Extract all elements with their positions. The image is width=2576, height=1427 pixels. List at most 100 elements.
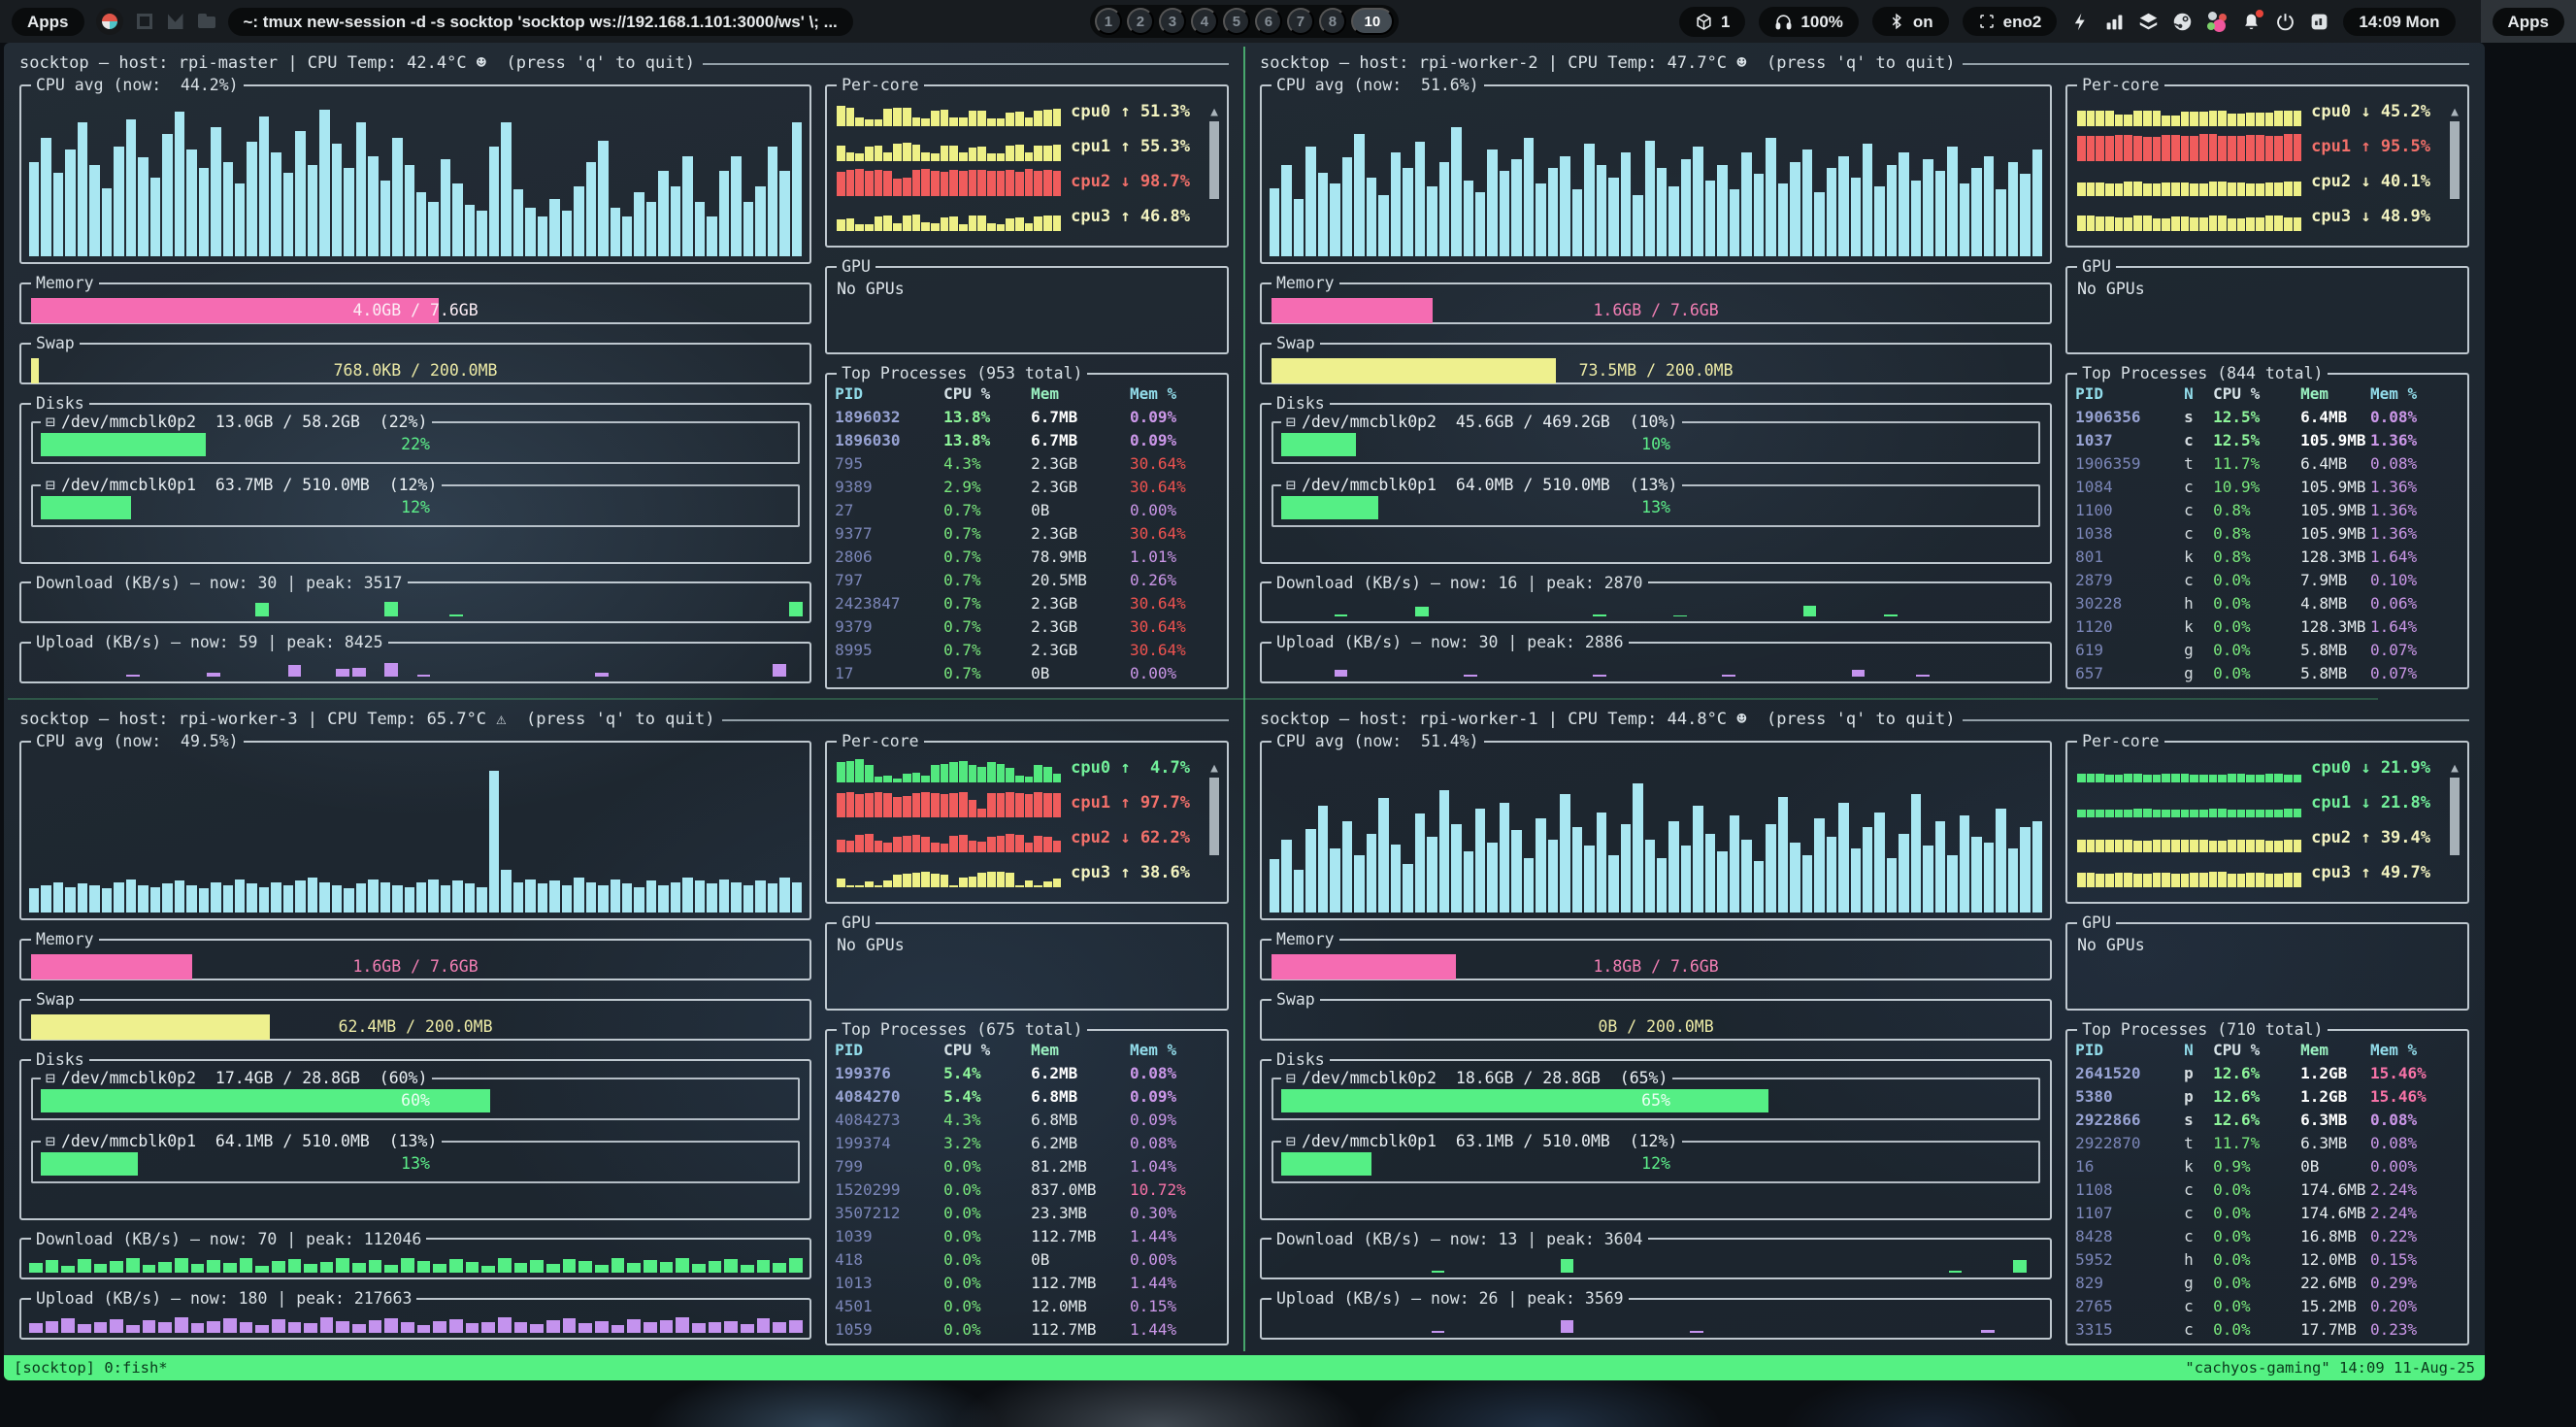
process-row: 1107c0.0%174.6MB2.24%: [2075, 1202, 2460, 1225]
process-row: 10130.0%112.7MB1.44%: [835, 1272, 1219, 1295]
scrollbar-thumb[interactable]: [2450, 121, 2460, 199]
swap-box-label: Swap: [31, 990, 80, 1009]
network-pill[interactable]: eno2: [1963, 7, 2058, 36]
clock-pill[interactable]: 14:09 Mon: [2343, 8, 2455, 36]
process-cpu: 0.0%: [943, 1272, 1031, 1295]
usage-meter-text: 73.5MB / 200.0MB: [1271, 358, 2040, 383]
tmux-window-label[interactable]: [socktop] 0:fish*: [14, 1359, 168, 1377]
tmux-session-info: "cachyos-gaming" 14:09 11-Aug-25: [2185, 1359, 2475, 1377]
process-mem: 6.3MB: [2300, 1132, 2370, 1155]
process-mem: 174.6MB: [2300, 1202, 2370, 1225]
per-core-scrollbar[interactable]: ▲: [1207, 106, 1221, 236]
gpu-status-text: No GPUs: [2075, 932, 2460, 958]
cpu0-sparkline: [837, 753, 1061, 782]
workspace-6[interactable]: 6: [1255, 8, 1282, 35]
disks-box-label: Disks: [1271, 394, 1330, 413]
scrollbar-thumb[interactable]: [1209, 778, 1219, 855]
core-row-cpu3: cpu3 ↑ 38.6%: [835, 855, 1219, 890]
scroll-up-icon[interactable]: ▲: [1207, 106, 1221, 118]
workspace-2[interactable]: 2: [1127, 8, 1154, 35]
window-title-pill[interactable]: ~: tmux new-session -d -s socktop 'sockt…: [228, 8, 853, 36]
process-name-initial: k: [2184, 615, 2213, 639]
notifications-bell-icon[interactable]: [2241, 12, 2262, 32]
scrollbar-thumb[interactable]: [1209, 121, 1219, 199]
pane-right-column: Per-corecpu0 ↓ 21.9%cpu1 ↓ 21.8%cpu2 ↑ 3…: [2065, 732, 2469, 1349]
process-cpu: 0.0%: [2213, 1295, 2300, 1318]
process-mem: 6.7MB: [1031, 406, 1130, 429]
top-processes-box: Top Processes (844 total)PIDNCPU %MemMem…: [2065, 364, 2469, 689]
power-icon[interactable]: [2275, 12, 2295, 32]
per-core-scrollbar[interactable]: ▲: [2448, 762, 2461, 892]
workspace-4[interactable]: 4: [1191, 8, 1218, 35]
cpu-avg-box-label: CPU avg (now: 44.2%): [31, 76, 244, 94]
cpu3-value: cpu3 ↑ 46.8%: [1071, 207, 1190, 226]
workspace-7[interactable]: 7: [1287, 8, 1314, 35]
bluetooth-pill[interactable]: on: [1872, 7, 1949, 36]
process-row: 1993743.2%6.2MB0.08%: [835, 1132, 1219, 1155]
process-mem: 12.0MB: [2300, 1248, 2370, 1272]
per-core-scrollbar[interactable]: ▲: [1207, 762, 1221, 892]
steam-icon[interactable]: [2172, 12, 2193, 32]
process-name-initial: c: [2184, 476, 2213, 499]
usage-meter: 4.0GB / 7.6GB: [31, 298, 800, 323]
process-cpu: 13.8%: [943, 406, 1031, 429]
activity-log-icon[interactable]: [2309, 12, 2329, 32]
window-count-pill[interactable]: 1: [1679, 7, 1745, 37]
folder-icon[interactable]: [197, 12, 216, 31]
process-mempct: 0.10%: [2370, 569, 2460, 592]
layers-icon[interactable]: [2138, 12, 2159, 32]
process-name-initial: c: [2184, 522, 2213, 546]
col-name: N: [2184, 1039, 2213, 1062]
disk-name-usage: /dev/mmcblk0p2 13.0GB / 58.2GB (22%): [61, 413, 428, 431]
cpu3-value: cpu3 ↓ 48.9%: [2311, 207, 2430, 226]
workspace-10[interactable]: 10: [1351, 8, 1394, 35]
process-mempct: 1.44%: [1130, 1272, 1219, 1295]
swap-box-label: Swap: [1271, 334, 1320, 352]
scroll-up-icon[interactable]: ▲: [2448, 106, 2461, 118]
process-cpu: 0.7%: [943, 662, 1031, 685]
process-mempct: 0.00%: [1130, 662, 1219, 685]
col-cpu: CPU %: [943, 1039, 1031, 1062]
col-mempct: Mem %: [1130, 1039, 1219, 1062]
mail-icon[interactable]: [166, 12, 185, 31]
process-row: 1084c10.9%105.9MB1.36%: [2075, 476, 2460, 499]
process-pid: 795: [835, 452, 943, 476]
socktop-pane-4: socktop — host: rpi-worker-1 | CPU Temp:…: [1244, 699, 2485, 1355]
battery-bolt-icon[interactable]: [2070, 12, 2091, 32]
workspace-8[interactable]: 8: [1319, 8, 1346, 35]
scroll-up-icon[interactable]: ▲: [2448, 762, 2461, 775]
top-processes-box-label: Top Processes (844 total): [2077, 364, 2328, 382]
process-name-initial: p: [2184, 1062, 2213, 1085]
process-name-initial: h: [2184, 592, 2213, 615]
upload-box-label: Upload (KB/s) — now: 180 | peak: 217663: [31, 1289, 416, 1308]
volume-pill[interactable]: 100%: [1759, 7, 1858, 37]
window-icon[interactable]: [135, 12, 154, 31]
apps-button-right[interactable]: Apps: [2493, 8, 2565, 36]
process-cpu: 12.6%: [2213, 1109, 2300, 1132]
process-pid: 3507212: [835, 1202, 943, 1225]
per-core-scrollbar[interactable]: ▲: [2448, 106, 2461, 236]
process-mempct: 0.09%: [1130, 429, 1219, 452]
tmux-horizontal-divider[interactable]: [8, 698, 2378, 700]
usage-meter-text: 1.6GB / 7.6GB: [1271, 298, 2040, 323]
process-name-initial: g: [2184, 639, 2213, 662]
process-cpu: 4.3%: [943, 452, 1031, 476]
tray-cluster-icon[interactable]: [2206, 11, 2228, 32]
core-row-cpu0: cpu0 ↑ 4.7%: [835, 750, 1219, 785]
scroll-up-icon[interactable]: ▲: [1207, 762, 1221, 775]
usage-bars-icon[interactable]: [2104, 12, 2125, 32]
apps-button[interactable]: Apps: [12, 8, 84, 36]
upload-box-label: Upload (KB/s) — now: 59 | peak: 8425: [31, 633, 388, 651]
workspace-3[interactable]: 3: [1159, 8, 1186, 35]
workspace-5[interactable]: 5: [1223, 8, 1250, 35]
tray-app-icon[interactable]: [96, 8, 123, 35]
process-cpu: 0.8%: [2213, 522, 2300, 546]
process-mempct: 2.24%: [2370, 1178, 2460, 1202]
process-row: 1906356s12.5%6.4MB0.08%: [2075, 406, 2460, 429]
process-pid: 8428: [2075, 1225, 2184, 1248]
workspace-1[interactable]: 1: [1095, 8, 1122, 35]
process-name-initial: c: [2184, 1318, 2213, 1342]
pane-body: CPU avg (now: 51.4%)Memory1.8GB / 7.6GBS…: [1260, 732, 2469, 1349]
scrollbar-thumb[interactable]: [2450, 778, 2460, 855]
pane-body: CPU avg (now: 51.6%)Memory1.6GB / 7.6GBS…: [1260, 76, 2469, 693]
